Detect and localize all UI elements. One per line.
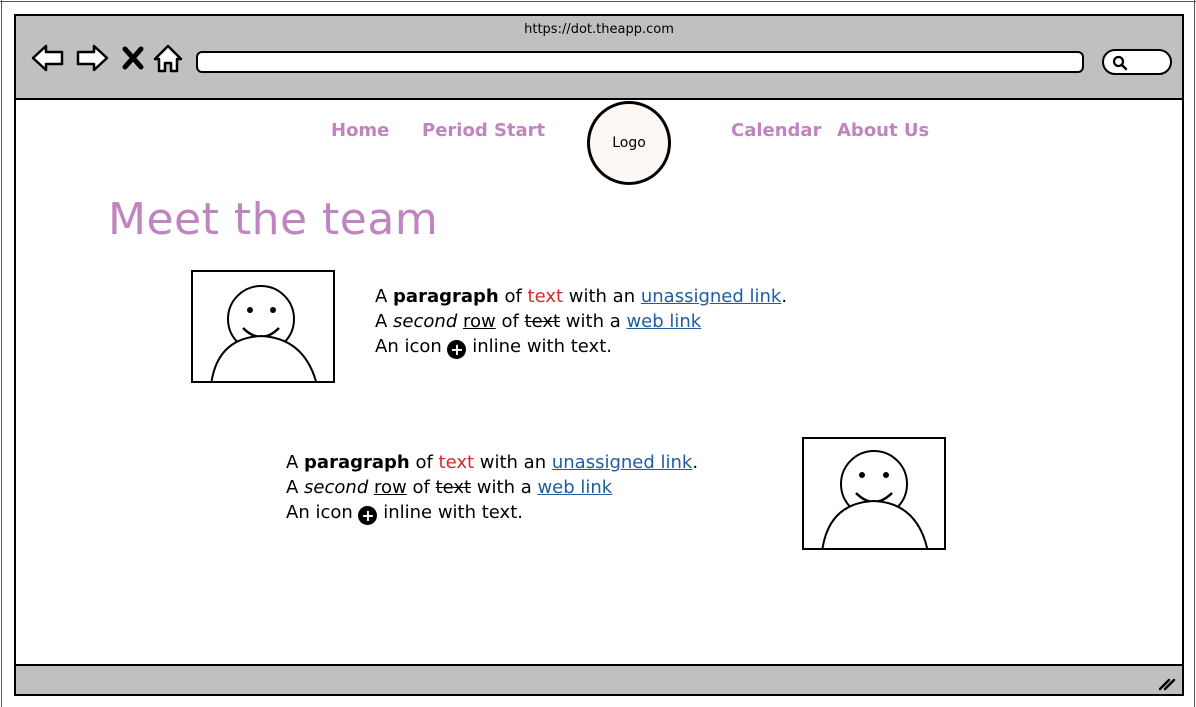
red-text: text xyxy=(527,286,564,307)
bio-line-1: A paragraph of text with an unassigned l… xyxy=(375,284,787,309)
logo[interactable]: Logo xyxy=(587,101,671,185)
text: of xyxy=(409,452,439,473)
member-bio: A paragraph of text with an unassigned l… xyxy=(375,284,787,359)
outer-border-left xyxy=(1,0,2,707)
forward-arrow-icon[interactable] xyxy=(74,40,110,76)
stop-x-icon[interactable] xyxy=(118,40,148,76)
nav-calendar-link[interactable]: Calendar xyxy=(731,120,821,141)
text: A xyxy=(375,286,394,307)
search-button[interactable] xyxy=(1102,49,1172,75)
strikethrough-text: text xyxy=(524,311,561,332)
address-bar[interactable] xyxy=(196,51,1084,73)
text: of xyxy=(498,286,528,307)
back-arrow-icon[interactable] xyxy=(30,40,66,76)
text: inline with text. xyxy=(466,336,612,357)
resize-grip-icon[interactable] xyxy=(1156,672,1176,692)
status-bar xyxy=(16,664,1182,694)
text: . xyxy=(692,452,699,473)
bio-line-3: An icon + inline with text. xyxy=(286,500,698,525)
member-bio: A paragraph of text with an unassigned l… xyxy=(286,450,698,525)
bio-line-1: A paragraph of text with an unassigned l… xyxy=(286,450,698,475)
text: . xyxy=(781,286,788,307)
unassigned-link[interactable]: unassigned link xyxy=(641,286,782,307)
bold-text: paragraph xyxy=(393,286,499,307)
red-text: text xyxy=(438,452,475,473)
text: An icon xyxy=(286,502,359,523)
search-icon xyxy=(1112,55,1128,71)
text: with an xyxy=(474,452,552,473)
text: A xyxy=(286,452,305,473)
person-placeholder-icon xyxy=(210,285,317,381)
bio-line-2: A second row of text with a web link xyxy=(375,309,787,334)
italic-text: second xyxy=(393,311,458,332)
web-link[interactable]: web link xyxy=(537,477,612,498)
strikethrough-text: text xyxy=(435,477,472,498)
text: with a xyxy=(471,477,538,498)
outer-border-top xyxy=(0,1,1196,2)
text: A xyxy=(286,477,305,498)
underlined-text: row xyxy=(373,477,407,498)
text: with a xyxy=(560,311,627,332)
text: An icon xyxy=(375,336,448,357)
italic-text: second xyxy=(304,477,369,498)
web-link[interactable]: web link xyxy=(626,311,701,332)
outer-border-right xyxy=(1194,0,1195,707)
nav-period-start-link[interactable]: Period Start xyxy=(422,120,545,141)
logo-label: Logo xyxy=(612,135,646,151)
person-placeholder-icon xyxy=(821,450,929,548)
underlined-text: row xyxy=(462,311,496,332)
text: of xyxy=(406,477,436,498)
text: with an xyxy=(563,286,641,307)
bio-line-2: A second row of text with a web link xyxy=(286,475,698,500)
browser-window: https://dot.theapp.com Home Period Start… xyxy=(14,14,1184,696)
avatar xyxy=(802,437,946,550)
text: of xyxy=(495,311,525,332)
unassigned-link[interactable]: unassigned link xyxy=(552,452,693,473)
page-title: Meet the team xyxy=(108,194,439,245)
browser-toolbar: https://dot.theapp.com xyxy=(16,16,1182,100)
page-url: https://dot.theapp.com xyxy=(524,22,674,37)
plus-circle-icon: + xyxy=(447,340,467,359)
nav-about-us-link[interactable]: About Us xyxy=(837,120,929,141)
nav-home-link[interactable]: Home xyxy=(331,120,389,141)
avatar xyxy=(191,270,335,383)
text: inline with text. xyxy=(377,502,523,523)
home-icon[interactable] xyxy=(150,40,186,76)
plus-circle-icon: + xyxy=(358,506,378,525)
bold-text: paragraph xyxy=(304,452,410,473)
text: A xyxy=(375,311,394,332)
bio-line-3: An icon + inline with text. xyxy=(375,334,787,359)
